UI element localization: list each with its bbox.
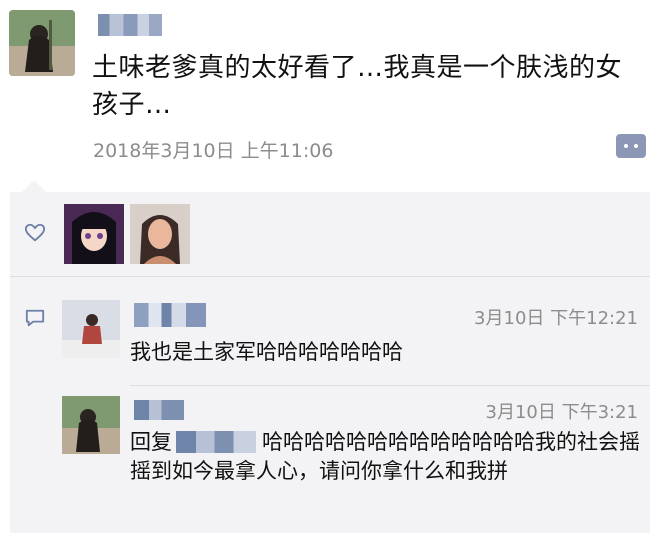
post-timestamp: 2018年3月10日 上午11:06 — [93, 140, 334, 162]
commenter-name-blurred[interactable] — [134, 303, 206, 327]
heart-outline-icon — [24, 223, 46, 242]
commenter-avatar[interactable] — [62, 396, 120, 454]
commenter-avatar[interactable] — [62, 300, 120, 358]
comment-divider — [130, 385, 650, 386]
comment-time: 3月10日 下午12:21 — [474, 308, 638, 329]
speech-bubble-icon — [25, 309, 45, 327]
panel-pointer — [22, 180, 46, 192]
post-text: 土味老爹真的太好看了…我真是一个肤浅的女孩子… — [92, 53, 623, 120]
comment-time: 3月10日 下午3:21 — [485, 402, 639, 423]
post-author-avatar[interactable] — [9, 10, 75, 76]
comment-menu-icon[interactable] — [616, 134, 646, 158]
comment-text[interactable]: 我也是土家军哈哈哈哈哈哈哈 — [130, 336, 403, 366]
commenter-name-blurred[interactable] — [134, 400, 184, 420]
reply-prefix: 回复 — [130, 430, 172, 454]
comment-text[interactable]: 回复 哈哈哈哈哈哈哈哈哈哈哈哈哈我的社会摇摇到如今最拿人心，请问你拿什么和我拼 — [130, 428, 640, 486]
reply-target-name-blurred[interactable] — [176, 431, 256, 453]
liker-avatar[interactable] — [130, 204, 190, 264]
liker-avatar[interactable] — [64, 204, 124, 264]
post-author-name-blurred[interactable] — [98, 14, 162, 36]
panel-divider — [10, 276, 650, 277]
